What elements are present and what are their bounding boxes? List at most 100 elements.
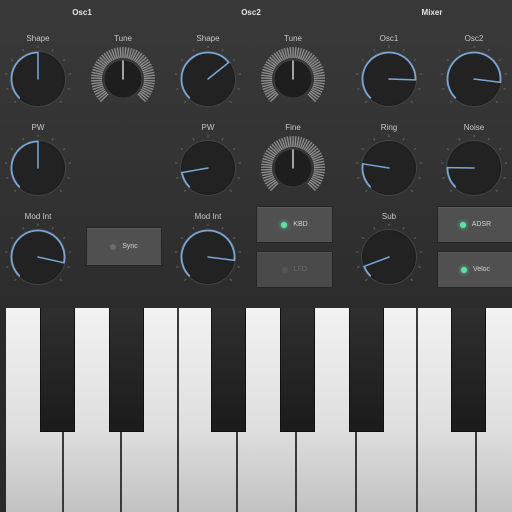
black-key[interactable] — [211, 308, 246, 432]
knob-tick — [313, 170, 325, 174]
knob-scale-tick — [361, 58, 365, 62]
knob-scale-tick — [495, 100, 499, 104]
knob-scale-tick — [402, 137, 405, 141]
mixer-noise-knob[interactable] — [440, 134, 508, 202]
osc2-tune-knob[interactable] — [259, 45, 327, 113]
osc2-mod-int-label: Mod Int — [194, 212, 222, 221]
knob-scale-tick — [356, 176, 360, 179]
black-key[interactable] — [109, 308, 144, 432]
knob-scale-tick — [62, 58, 66, 62]
knob-scale-tick — [5, 265, 9, 268]
osc1-tune-knob[interactable] — [89, 45, 157, 113]
knob-scale-tick — [495, 189, 499, 193]
osc1-pw-knob[interactable] — [4, 134, 72, 202]
black-key[interactable] — [40, 308, 75, 432]
knob-scale-tick — [361, 236, 365, 240]
knob-scale-tick — [5, 176, 9, 179]
osc2-shape-knob[interactable] — [174, 45, 242, 113]
knob-scale-tick — [13, 189, 17, 193]
osc1-shape-knob[interactable] — [4, 45, 72, 113]
knob-tick — [289, 47, 292, 59]
knob-scale-tick — [183, 278, 187, 282]
osc2-mod-int-knob[interactable] — [174, 223, 242, 291]
knob-scale-tick — [498, 147, 502, 151]
knob-scale-tick — [402, 48, 405, 52]
knob-scale-tick — [356, 87, 360, 90]
veloc-led — [460, 266, 467, 273]
osc2-pw-knob[interactable] — [174, 134, 242, 202]
knob-scale-tick — [221, 48, 224, 52]
lfo-button-label: LFO — [293, 266, 308, 273]
osc2-fine-label: Fine — [285, 123, 301, 132]
knob-scale-tick — [449, 100, 453, 104]
osc1-pw-label: PW — [31, 123, 45, 132]
mixer-ring-label: Ring — [380, 123, 398, 132]
knob-scale-tick — [10, 58, 14, 62]
black-key[interactable] — [451, 308, 486, 432]
lfo-button[interactable]: LFO — [256, 251, 333, 288]
knob-scale-tick — [175, 87, 179, 90]
knob-tick — [296, 47, 300, 59]
knob-scale-tick — [410, 100, 414, 104]
knob-scale-tick — [364, 189, 368, 193]
mixer-noise-label: Noise — [463, 123, 485, 132]
adsr-button[interactable]: ADSR — [437, 206, 512, 243]
knob-scale-tick — [458, 137, 461, 141]
sync-led — [110, 243, 117, 250]
knob-scale-tick — [67, 87, 71, 90]
knob-tick — [124, 47, 127, 59]
knob-scale-tick — [51, 137, 54, 141]
osc1-mod-int-label: Mod Int — [24, 212, 52, 221]
knob-scale-tick — [183, 100, 187, 104]
kbd-led — [281, 221, 288, 228]
knob-scale-tick — [22, 226, 25, 230]
osc1-tune-label: Tune — [114, 34, 132, 43]
knob-scale-tick — [237, 265, 241, 268]
knob-scale-tick — [364, 278, 368, 282]
sync-button[interactable]: Sync — [86, 227, 162, 266]
knob-scale-tick — [232, 147, 236, 151]
knob-scale-tick — [51, 48, 54, 52]
knob-scale-tick — [446, 58, 450, 62]
piano-keyboard — [0, 308, 512, 512]
mixer-ring-knob[interactable] — [355, 134, 423, 202]
kbd-button[interactable]: KBD — [256, 206, 333, 243]
mixer-osc1-label: Osc1 — [379, 34, 399, 43]
mixer-osc1-knob[interactable] — [355, 45, 423, 113]
knob-scale-tick — [356, 265, 360, 268]
knob-scale-tick — [418, 176, 422, 179]
knob-tick — [91, 81, 103, 85]
knob-scale-tick — [232, 58, 236, 62]
knob-scale-tick — [22, 137, 25, 141]
sync-button-label: Sync — [122, 243, 138, 250]
knob-tick — [294, 47, 297, 59]
knob-scale-tick — [361, 147, 365, 151]
section-title-osc2: Osc2 — [241, 8, 261, 17]
osc2-shape-label: Shape — [196, 34, 220, 43]
mixer-sub-knob[interactable] — [355, 223, 423, 291]
knob-scale-tick — [180, 236, 184, 240]
knob-scale-tick — [192, 137, 195, 141]
knob-scale-tick — [487, 137, 490, 141]
knob-scale-tick — [67, 176, 71, 179]
osc1-mod-int-knob[interactable] — [4, 223, 72, 291]
kbd-button-label: KBD — [293, 221, 308, 228]
knob-scale-tick — [503, 176, 507, 179]
knob-tick — [286, 47, 290, 59]
knob-scale-tick — [13, 278, 17, 282]
knob-scale-tick — [5, 87, 9, 90]
knob-scale-tick — [10, 236, 14, 240]
knob-scale-tick — [441, 87, 445, 90]
knob-scale-tick — [10, 147, 14, 151]
knob-scale-tick — [498, 58, 502, 62]
knob-tick — [261, 81, 273, 85]
veloc-button[interactable]: Veloc — [437, 251, 512, 288]
knob-tick — [313, 74, 325, 78]
knob-scale-tick — [458, 48, 461, 52]
mixer-sub-label: Sub — [381, 212, 397, 221]
knob-scale-tick — [237, 176, 241, 179]
mixer-osc2-knob[interactable] — [440, 45, 508, 113]
black-key[interactable] — [280, 308, 315, 432]
black-key[interactable] — [349, 308, 384, 432]
osc2-fine-knob[interactable] — [259, 134, 327, 202]
